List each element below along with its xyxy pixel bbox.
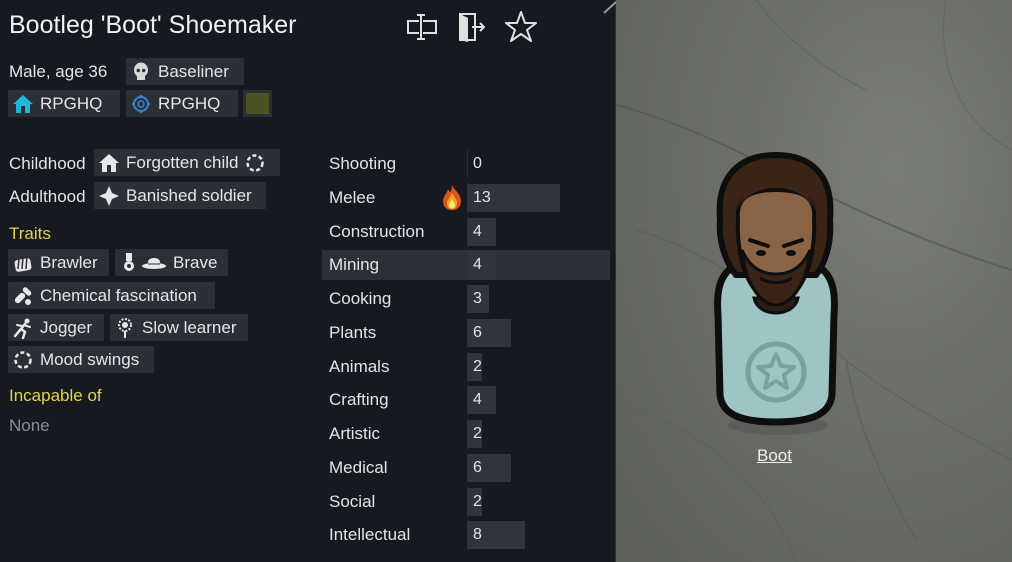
character-panel: Bootleg 'Boot' Shoemaker Male, age 36 Ba… (0, 0, 618, 562)
trait-label: Mood swings (40, 349, 140, 369)
passion-flame-icon (443, 185, 461, 210)
adulthood-star-icon (98, 185, 120, 207)
pawn-map-label[interactable]: Boot (757, 446, 792, 466)
incapable-value: None (9, 416, 50, 435)
traits-heading: Traits (9, 224, 51, 243)
skill-name: Social (329, 492, 376, 511)
ideoligion-label: RPGHQ (158, 93, 221, 113)
skill-name: Melee (329, 188, 376, 207)
favorite-star-icon[interactable] (504, 10, 538, 44)
pawn-description: Male, age 36 (9, 62, 108, 81)
skill-level-value: 4 (473, 223, 482, 240)
pills-icon (12, 285, 34, 307)
xenotype-chip[interactable]: Baseliner (126, 58, 244, 85)
skill-row-animals[interactable]: Animals 2 (322, 352, 610, 382)
skill-bar-divider (467, 149, 468, 179)
trait-label: Brave (173, 252, 218, 272)
skull-icon (130, 61, 152, 83)
skill-name: Mining (329, 255, 380, 274)
skill-name: Crafting (329, 390, 389, 409)
mood-ring-icon (12, 349, 34, 371)
skill-row-shooting[interactable]: Shooting 0 (322, 149, 610, 179)
skill-level-value: 6 (473, 459, 482, 476)
skill-row-intellectual[interactable]: Intellectual 8 (322, 520, 610, 550)
trait-label: Chemical fascination (40, 285, 197, 305)
skill-row-cooking[interactable]: Cooking 3 (322, 284, 610, 314)
skill-row-mining[interactable]: Mining 4 (322, 250, 610, 280)
pawn-portrait[interactable] (706, 150, 846, 440)
childhood-chip[interactable]: Forgotten child (94, 149, 280, 176)
running-person-icon (12, 317, 34, 339)
skill-name: Plants (329, 323, 377, 342)
ideoligion-icon (130, 93, 152, 115)
skill-level-value: 4 (473, 256, 482, 273)
skill-name: Shooting (329, 154, 397, 173)
childhood-label: Childhood (9, 154, 86, 173)
pawn-left-eye (756, 250, 766, 256)
skill-level-value: 6 (473, 324, 482, 341)
incapable-heading: Incapable of (9, 386, 102, 405)
trait-chip-brawler[interactable]: Brawler (8, 249, 109, 276)
skill-level-value: 2 (473, 358, 482, 375)
favorite-color-button[interactable] (243, 90, 272, 117)
skill-name: Cooking (329, 289, 392, 308)
skill-row-medical[interactable]: Medical 6 (322, 453, 610, 483)
skill-row-crafting[interactable]: Crafting 4 (322, 385, 610, 415)
pawn-right-eye (786, 250, 796, 256)
childhood-value: Forgotten child (126, 152, 239, 172)
skill-row-plants[interactable]: Plants 6 (322, 318, 610, 348)
faction-chip[interactable]: RPGHQ (8, 90, 120, 117)
banish-icon[interactable] (455, 10, 489, 44)
xenotype-label: Baseliner (158, 61, 229, 81)
skill-level-value: 2 (473, 493, 482, 510)
trait-chip-jogger[interactable]: Jogger (8, 314, 104, 341)
trait-chip-chemical-fascination[interactable]: Chemical fascination (8, 282, 215, 309)
trait-label: Slow learner (142, 317, 237, 337)
skill-name: Animals (329, 357, 390, 376)
skill-row-melee[interactable]: Melee 13 (322, 183, 610, 213)
adulthood-label: Adulthood (9, 187, 86, 206)
skill-level-value: 3 (473, 290, 482, 307)
trait-label: Jogger (40, 317, 92, 337)
skill-name: Medical (329, 458, 388, 477)
cycle-ring-icon (244, 152, 266, 174)
trait-chip-brave[interactable]: Brave (115, 249, 228, 276)
skill-level-value: 0 (473, 155, 482, 172)
skill-row-construction[interactable]: Construction 4 (322, 217, 610, 247)
faction-house-icon (12, 93, 34, 115)
skill-level-value: 4 (473, 391, 482, 408)
skill-level-value: 8 (473, 526, 482, 543)
trait-chip-mood-swings[interactable]: Mood swings (8, 346, 154, 373)
skill-level-value: 2 (473, 425, 482, 442)
skill-level-value: 13 (473, 189, 491, 206)
favorite-color-swatch (246, 93, 269, 114)
resize-handle-icon[interactable] (600, 0, 618, 16)
fist-icon (12, 252, 34, 274)
skill-name: Intellectual (329, 525, 411, 544)
ideoligion-chip[interactable]: RPGHQ (126, 90, 238, 117)
brave-medal-icon (119, 252, 167, 274)
rename-icon[interactable] (405, 10, 439, 44)
adulthood-value: Banished soldier (126, 185, 252, 205)
trait-chip-slow-learner[interactable]: Slow learner (110, 314, 248, 341)
faction-label: RPGHQ (40, 93, 103, 113)
skill-row-artistic[interactable]: Artistic 2 (322, 419, 610, 449)
childhood-house-icon (98, 152, 120, 174)
skill-row-social[interactable]: Social 2 (322, 487, 610, 517)
pawn-full-name: Bootleg 'Boot' Shoemaker (9, 11, 297, 39)
skill-name: Artistic (329, 424, 380, 443)
dandelion-icon (114, 317, 136, 339)
adulthood-chip[interactable]: Banished soldier (94, 182, 266, 209)
skill-name: Construction (329, 222, 425, 241)
trait-label: Brawler (40, 252, 98, 272)
